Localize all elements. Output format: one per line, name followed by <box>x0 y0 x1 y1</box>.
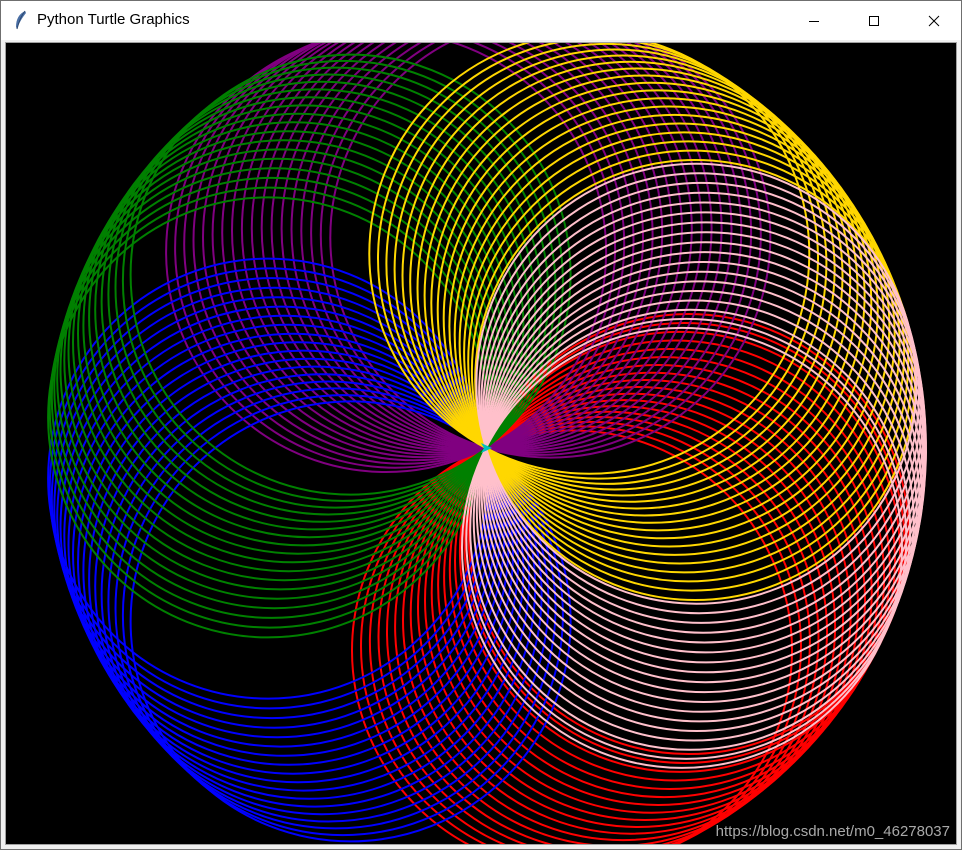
yellow-circle-group <box>368 43 917 601</box>
close-button[interactable] <box>911 1 957 40</box>
minimize-icon <box>809 20 819 22</box>
pink-circle <box>484 241 927 684</box>
feather-icon <box>16 10 26 30</box>
spirograph-drawing <box>47 43 927 844</box>
window-title: Python Turtle Graphics <box>37 11 190 28</box>
minimize-button[interactable] <box>791 1 837 40</box>
maximize-icon <box>869 15 879 26</box>
pink-circle <box>480 270 923 713</box>
maximize-button[interactable] <box>851 1 897 40</box>
turtle-window: Python Turtle Graphics https://blog.csdn… <box>0 0 962 850</box>
close-icon <box>928 15 940 26</box>
turtle-canvas[interactable]: https://blog.csdn.net/m0_46278037 <box>5 42 957 845</box>
watermark: https://blog.csdn.net/m0_46278037 <box>715 823 950 840</box>
title-bar[interactable]: Python Turtle Graphics <box>1 1 961 40</box>
